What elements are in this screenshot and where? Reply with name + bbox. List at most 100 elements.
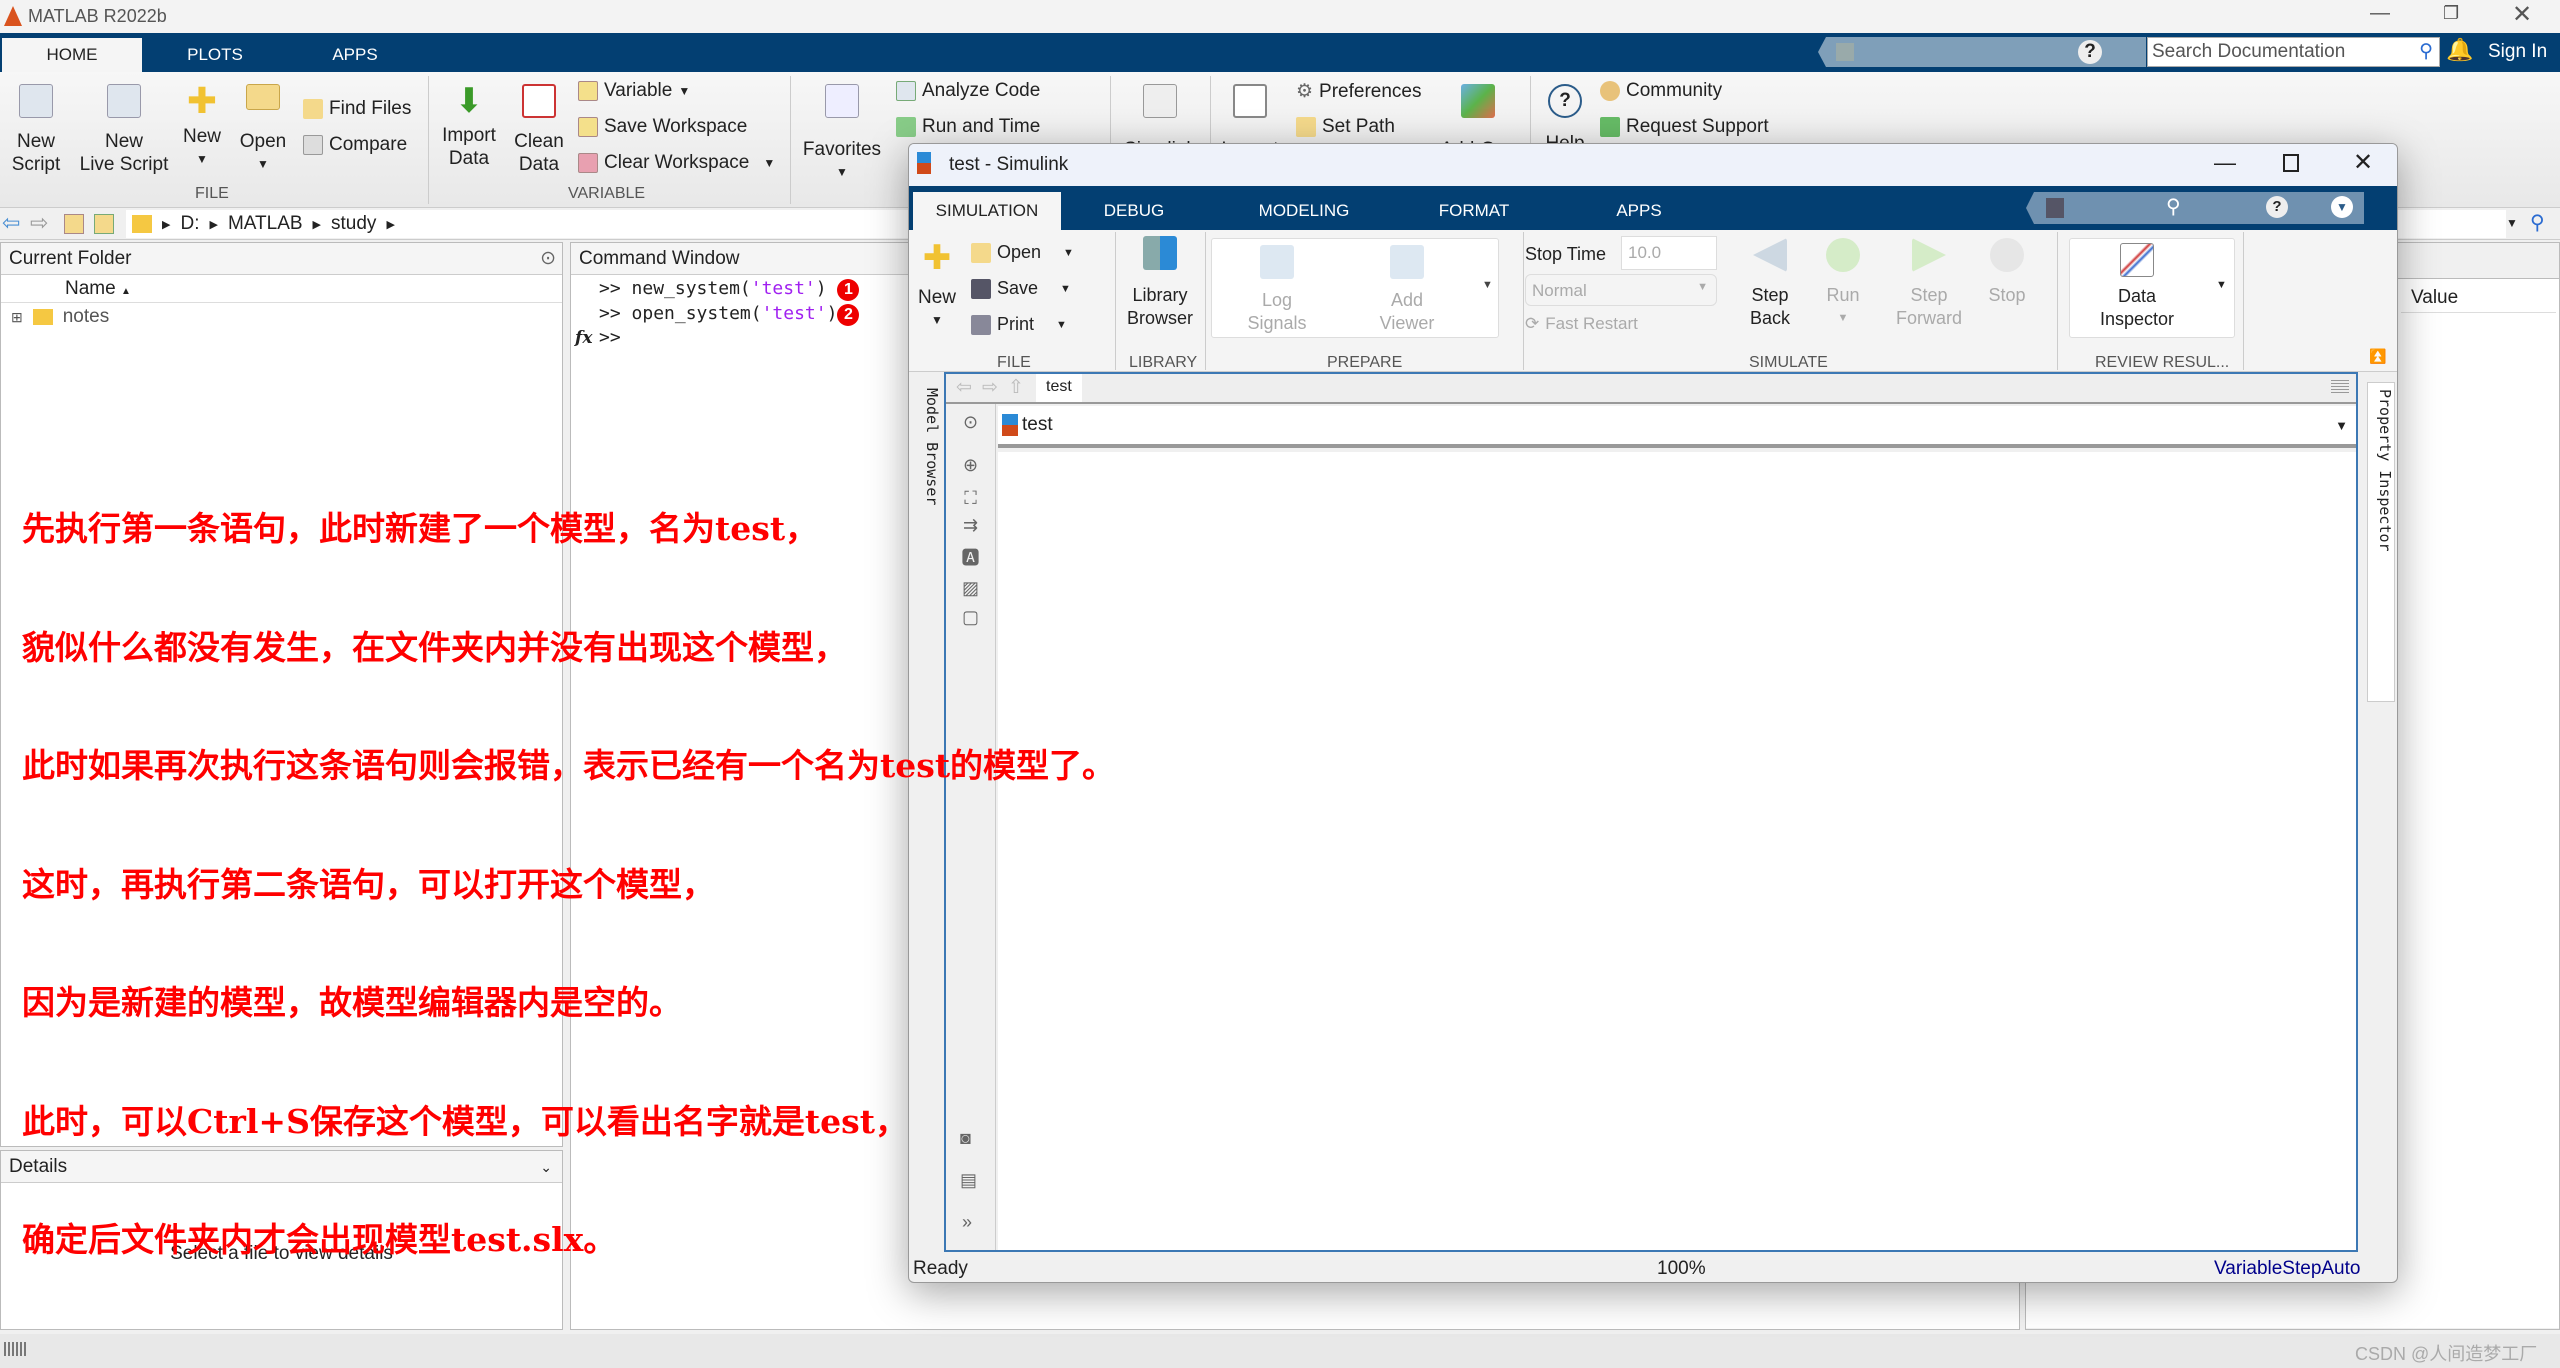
path-segment[interactable]: study xyxy=(331,213,376,235)
run-button[interactable]: Run ▼ xyxy=(1813,238,1873,330)
path-dropdown-icon[interactable]: ▼ xyxy=(2506,216,2518,230)
printer-icon xyxy=(971,314,991,335)
column-header-name[interactable]: Name ▲ xyxy=(1,275,562,303)
search-icon[interactable]: ⚲ xyxy=(2419,40,2433,63)
log-signals-button[interactable]: Log Signals xyxy=(1232,245,1322,335)
back-icon[interactable]: ⇦ xyxy=(956,376,972,399)
close-button[interactable]: ✕ xyxy=(2353,148,2373,177)
tab-apps[interactable]: APPS xyxy=(290,38,420,72)
column-header-value[interactable]: Value xyxy=(2401,283,2556,313)
analyze-code-button[interactable]: Analyze Code xyxy=(896,80,1040,102)
help-icon[interactable]: ? xyxy=(2078,40,2102,64)
maximize-button[interactable] xyxy=(2283,154,2299,172)
path-segment[interactable]: D: xyxy=(180,213,199,235)
clear-workspace-button[interactable]: Clear Workspace ▼ xyxy=(578,152,775,174)
open-button[interactable]: Open ▼ xyxy=(971,242,1074,263)
forward-icon[interactable]: ⇨ xyxy=(982,376,998,399)
restore-button[interactable]: ❐ xyxy=(2443,3,2459,24)
find-files-button[interactable]: Find Files xyxy=(303,98,411,120)
close-button[interactable]: ✕ xyxy=(2512,0,2532,29)
model-canvas[interactable] xyxy=(998,452,2356,1250)
tab-simulation[interactable]: SIMULATION xyxy=(913,192,1061,230)
tab-home[interactable]: HOME xyxy=(2,38,142,72)
request-support-button[interactable]: Request Support xyxy=(1600,116,1769,138)
open-button[interactable]: Open ▼ xyxy=(238,84,288,176)
new-script-button[interactable]: New Script xyxy=(6,84,66,176)
property-inspector-tab[interactable]: Property Inspector xyxy=(2367,382,2395,702)
section-variable: VARIABLE xyxy=(568,185,646,202)
breadcrumb-tab[interactable]: test xyxy=(1036,374,1082,402)
back-icon[interactable]: ⇦ xyxy=(2,210,20,236)
explorer-bar: ⇦ ⇨ ⇧ test xyxy=(946,374,2356,404)
preferences-button[interactable]: ⚙ Preferences xyxy=(1296,80,1422,103)
up-folder-icon[interactable] xyxy=(64,214,84,234)
collapse-toolstrip-icon[interactable]: ⏫ xyxy=(2369,348,2386,365)
list-item[interactable]: ⊞ notes xyxy=(1,303,562,331)
search-documentation-input[interactable]: Search Documentation ⚲ xyxy=(2147,37,2440,67)
help-icon[interactable]: ? xyxy=(2266,196,2288,218)
save-icon[interactable] xyxy=(1836,43,1854,61)
sign-in-link[interactable]: Sign In xyxy=(2488,41,2547,63)
set-path-button[interactable]: Set Path xyxy=(1296,116,1395,138)
simulation-mode-select[interactable]: Normal ▼ xyxy=(1525,274,1717,306)
search-folder-icon[interactable]: ⚲ xyxy=(2530,210,2545,235)
annotation-line: 先执行第一条语句，此时新建了一个模型，名为test， xyxy=(22,509,819,548)
forward-icon[interactable]: ⇨ xyxy=(30,210,48,236)
tab-modeling[interactable]: MODELING xyxy=(1244,192,1364,226)
new-live-script-button[interactable]: New Live Script xyxy=(74,84,174,176)
new-model-button[interactable]: ✚ New ▼ xyxy=(915,238,959,332)
tab-format[interactable]: FORMAT xyxy=(1424,192,1524,226)
favorites-button[interactable]: Favorites ▼ xyxy=(798,84,886,184)
chevron-down-icon[interactable]: ▼ xyxy=(2335,418,2348,433)
busy-indicator-icon xyxy=(4,1342,28,1356)
section-file: FILE xyxy=(195,185,229,202)
stop-time-input[interactable]: 10.0 xyxy=(1621,236,1717,270)
set-path-icon xyxy=(1296,117,1316,137)
divider xyxy=(790,76,791,204)
clean-data-button[interactable]: Clean Data xyxy=(508,84,570,176)
minimize-button[interactable]: — xyxy=(2370,2,2390,25)
folder-icon xyxy=(246,84,280,110)
fast-restart-button[interactable]: ⟳ Fast Restart xyxy=(1525,314,1638,334)
hide-explorer-bar-icon[interactable] xyxy=(2331,380,2349,394)
save-button[interactable]: Save ▼ xyxy=(971,278,1071,299)
compare-label: Compare xyxy=(329,134,408,155)
compare-button[interactable]: Compare xyxy=(303,134,407,156)
data-inspector-button[interactable]: Data Inspector xyxy=(2070,243,2204,331)
save-icon[interactable] xyxy=(2046,198,2064,218)
solver-link[interactable]: VariableStepAuto xyxy=(2214,1258,2360,1280)
tab-apps[interactable]: APPS xyxy=(1589,192,1689,226)
folder-icon xyxy=(971,242,991,263)
clear-workspace-icon xyxy=(578,153,598,173)
command-prompt[interactable]: fx >> xyxy=(575,326,859,351)
tab-debug[interactable]: DEBUG xyxy=(1084,192,1184,226)
simulink-status-bar: Ready 100% VariableStepAuto xyxy=(909,1252,2397,1282)
fx-icon[interactable]: fx xyxy=(575,326,592,351)
path-segment[interactable]: MATLAB xyxy=(228,213,303,235)
save-workspace-button[interactable]: Save Workspace xyxy=(578,116,747,138)
divider xyxy=(1523,232,1524,370)
minimize-toolstrip-icon[interactable]: ▼ xyxy=(2331,196,2353,218)
library-browser-button[interactable]: Library Browser xyxy=(1121,236,1199,330)
browse-folder-icon[interactable] xyxy=(94,214,114,234)
import-data-button[interactable]: ⬇ Import Data xyxy=(436,84,502,170)
up-icon[interactable]: ⇧ xyxy=(1008,376,1024,399)
stop-button[interactable]: Stop xyxy=(1979,238,2035,307)
string-arg: 'test' xyxy=(750,278,816,299)
variable-button[interactable]: Variable ▼ xyxy=(578,80,690,102)
step-forward-button[interactable]: Step Forward xyxy=(1889,238,1969,330)
tab-plots[interactable]: PLOTS xyxy=(150,38,280,72)
minimize-button[interactable]: — xyxy=(2214,150,2236,176)
notification-bell-icon[interactable]: 🔔 xyxy=(2446,37,2473,63)
gallery-expand-icon[interactable]: ▼ xyxy=(2216,279,2227,291)
search-icon[interactable]: ⚲ xyxy=(2166,194,2181,219)
panel-menu-icon[interactable]: ⊙ xyxy=(540,243,556,275)
add-viewer-button[interactable]: Add Viewer xyxy=(1362,245,1452,335)
new-button[interactable]: ✚ New ▼ xyxy=(180,83,224,171)
expand-icon[interactable]: ⊞ xyxy=(11,303,23,331)
print-button[interactable]: Print ▼ xyxy=(971,314,1067,335)
gallery-expand-icon[interactable]: ▼ xyxy=(1482,279,1493,291)
run-and-time-button[interactable]: Run and Time xyxy=(896,116,1040,138)
step-back-button[interactable]: Step Back xyxy=(1735,238,1805,330)
community-button[interactable]: Community xyxy=(1600,80,1722,102)
